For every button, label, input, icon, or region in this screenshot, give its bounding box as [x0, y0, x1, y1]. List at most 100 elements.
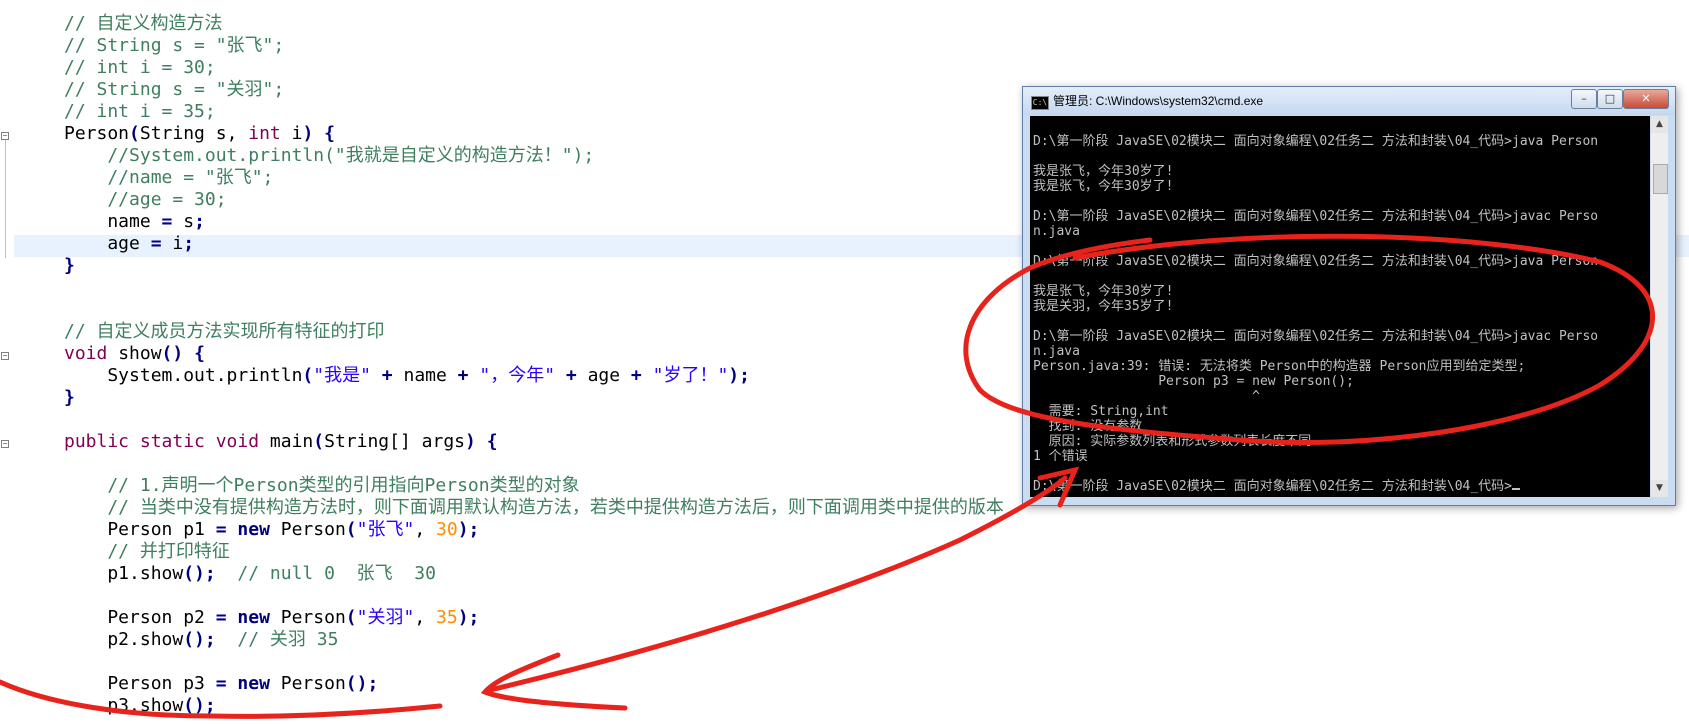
code-token: System.out.println — [64, 365, 303, 386]
console-line: n.java — [1033, 224, 1080, 239]
code-line[interactable]: p1.show(); // null 0 张飞 30 — [64, 563, 436, 585]
code-token: ( — [345, 519, 357, 540]
code-token: , — [414, 607, 436, 628]
code-token: , — [414, 519, 436, 540]
fold-toggle-constructor[interactable]: − — [1, 132, 9, 140]
code-line[interactable]: Person p1 = new Person("张飞", 30); — [64, 519, 479, 541]
console-line: 我是张飞，今年30岁了! — [1033, 179, 1174, 194]
console-line: Person.java:39: 错误: 无法将类 Person中的构造器 Per… — [1033, 359, 1526, 374]
code-token: // int i = 30; — [64, 57, 216, 78]
code-line[interactable]: p3.show(); — [64, 695, 216, 717]
maximize-button[interactable]: □ — [1597, 89, 1623, 109]
code-token: ) — [302, 123, 314, 144]
code-token: (); — [183, 695, 216, 716]
code-line[interactable]: // 1.声明一个Person类型的引用指向Person类型的对象 — [64, 475, 579, 497]
code-token: age — [64, 233, 151, 254]
console-line: D:\第一阶段 JavaSE\02模块二 面向对象编程\02任务二 方法和封装\… — [1033, 479, 1521, 494]
code-token: ); — [457, 519, 480, 540]
code-token: { — [194, 343, 205, 364]
code-token: = — [161, 211, 173, 232]
scroll-up-icon[interactable]: ▲ — [1651, 116, 1668, 133]
code-token: p1.show — [64, 563, 184, 584]
code-token: int — [248, 123, 281, 144]
fold-toggle-main[interactable]: − — [1, 440, 9, 448]
code-line[interactable]: } — [64, 255, 75, 277]
code-token: = — [215, 673, 227, 694]
code-token: "我是" — [313, 365, 371, 386]
code-line[interactable]: Person p3 = new Person(); — [64, 673, 378, 695]
editor-gutter: − − − — [0, 0, 12, 724]
code-token: age — [576, 365, 631, 386]
code-token: ; — [194, 211, 205, 232]
code-line[interactable]: System.out.println("我是" + name + "，今年" +… — [64, 365, 750, 387]
code-token: show — [107, 343, 162, 364]
console-line: 找到: 没有参数 — [1033, 419, 1143, 434]
code-token: ( — [313, 431, 325, 452]
code-line[interactable]: } — [64, 387, 75, 409]
code-line[interactable]: // String s = "关羽"; — [64, 79, 284, 101]
code-token: // String s = "张飞"; — [64, 35, 285, 56]
code-line[interactable]: // int i = 30; — [64, 57, 216, 79]
code-token: p2.show — [64, 629, 184, 650]
console-scrollbar[interactable]: ▲ ▼ — [1651, 116, 1668, 497]
scrollbar-thumb[interactable] — [1653, 164, 1668, 194]
code-line[interactable]: // 自定义成员方法实现所有特征的打印 — [64, 321, 385, 343]
code-line[interactable]: //age = 30; — [64, 189, 226, 211]
code-token: = — [215, 519, 227, 540]
code-token: + — [381, 365, 393, 386]
code-line[interactable]: void show() { — [64, 343, 205, 365]
console-line: 1 个错误 — [1033, 449, 1088, 464]
code-token: // 自定义构造方法 — [64, 13, 223, 34]
code-token: Person — [64, 123, 130, 144]
code-token: // 并打印特征 — [64, 541, 230, 562]
code-token: String s, — [139, 123, 249, 144]
cmd-window-title: 管理员: C:\Windows\system32\cmd.exe — [1053, 94, 1264, 108]
cmd-title-bar[interactable]: C:\ 管理员: C:\Windows\system32\cmd.exe – □… — [1023, 87, 1675, 115]
cmd-window[interactable]: C:\ 管理员: C:\Windows\system32\cmd.exe – □… — [1022, 86, 1676, 506]
console-line: D:\第一阶段 JavaSE\02模块二 面向对象编程\02任务二 方法和封装\… — [1033, 254, 1599, 269]
code-token: // 自定义成员方法实现所有特征的打印 — [64, 321, 385, 342]
code-token: Person p3 — [64, 673, 216, 694]
code-line[interactable]: name = s; — [64, 211, 205, 233]
code-line[interactable]: Person(String s, int i) { — [64, 123, 335, 145]
code-line[interactable]: //name = "张飞"; — [64, 167, 273, 189]
console-output[interactable]: D:\第一阶段 JavaSE\02模块二 面向对象编程\02任务二 方法和封装\… — [1030, 116, 1650, 497]
code-line[interactable]: // String s = "张飞"; — [64, 35, 284, 57]
code-token: (); — [183, 629, 216, 650]
code-token: // 当类中没有提供构造方法时，则下面调用默认构造方法，若类中提供构造方法后，则… — [64, 497, 1004, 518]
console-line: 需要: String,int — [1033, 404, 1169, 419]
code-token: ( — [129, 123, 140, 144]
minimize-button[interactable]: – — [1571, 89, 1597, 109]
console-line: D:\第一阶段 JavaSE\02模块二 面向对象编程\02任务二 方法和封装\… — [1033, 209, 1599, 224]
code-line[interactable]: age = i; — [64, 233, 194, 255]
code-line[interactable]: public static void main(String[] args) { — [64, 431, 498, 453]
code-token: new — [237, 607, 270, 628]
scroll-down-icon[interactable]: ▼ — [1651, 480, 1668, 497]
console-line: 我是张飞，今年30岁了! — [1033, 284, 1174, 299]
code-line[interactable]: //System.out.println("我就是自定义的构造方法！"); — [64, 145, 594, 167]
code-token: "，今年" — [479, 365, 556, 386]
code-line[interactable]: // 自定义构造方法 — [64, 13, 223, 35]
code-line[interactable]: // 并打印特征 — [64, 541, 230, 563]
code-token: ( — [302, 365, 314, 386]
code-token: (); — [183, 563, 216, 584]
code-token: Person p1 — [64, 519, 216, 540]
code-token: + — [457, 365, 469, 386]
code-token: ; — [183, 233, 195, 254]
code-line[interactable]: Person p2 = new Person("关羽", 35); — [64, 607, 479, 629]
code-token: "张飞" — [356, 519, 415, 540]
code-token: "岁了！" — [652, 365, 729, 386]
code-token: p3.show — [64, 695, 184, 716]
code-token: Person — [269, 519, 346, 540]
cmd-app-icon: C:\ — [1031, 96, 1049, 110]
close-button[interactable]: ✕ — [1623, 89, 1669, 109]
code-line[interactable]: p2.show(); // 关羽 35 — [64, 629, 338, 651]
fold-toggle-show[interactable]: − — [1, 352, 9, 360]
code-line[interactable]: // 当类中没有提供构造方法时，则下面调用默认构造方法，若类中提供构造方法后，则… — [64, 497, 1004, 519]
code-line[interactable]: // int i = 35; — [64, 101, 216, 123]
code-token: new — [237, 519, 270, 540]
